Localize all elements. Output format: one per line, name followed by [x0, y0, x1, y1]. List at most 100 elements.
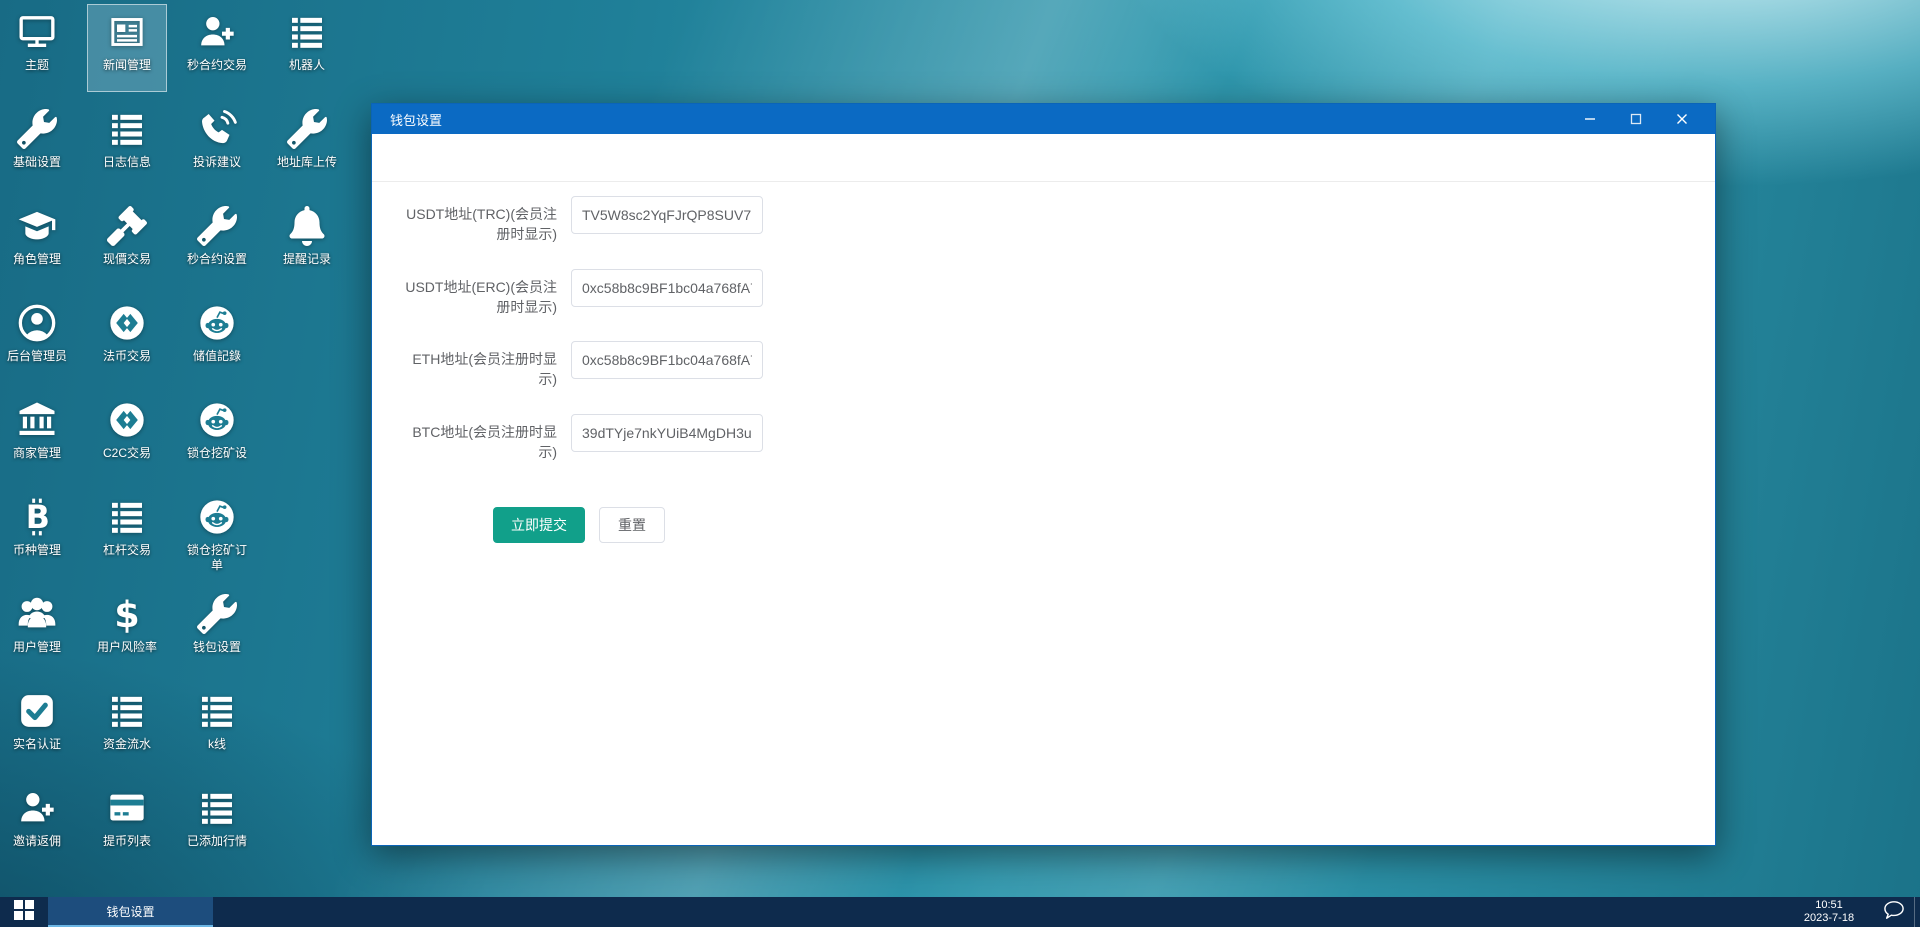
desktop-icon[interactable]: 提币列表 [87, 780, 167, 868]
desktop-icon-label: 法币交易 [102, 349, 151, 363]
btc-address-label: BTC地址(会员注册时显示) [412, 424, 557, 460]
desktop-icon-label: k线 [207, 737, 226, 751]
minimize-button[interactable] [1567, 104, 1613, 134]
monitor-icon [15, 10, 59, 54]
minimize-icon [1584, 113, 1596, 125]
users-icon [15, 592, 59, 636]
desktop-icon-label: 后台管理员 [6, 349, 67, 363]
btc-address-input[interactable] [571, 414, 763, 452]
start-button[interactable] [0, 897, 48, 927]
desktop-icon[interactable]: 实名认证 [0, 683, 77, 771]
usdt-erc-address-input[interactable] [571, 269, 763, 307]
wrench-icon [195, 204, 239, 248]
action-center-button[interactable] [1874, 897, 1914, 927]
desktop-icon[interactable]: 秒合约设置 [177, 198, 257, 286]
desktop-icon[interactable]: 储值記錄 [177, 295, 257, 383]
maximize-button[interactable] [1613, 104, 1659, 134]
desktop-icon-label: C2C交易 [102, 446, 151, 460]
desktop-icon[interactable]: 法币交易 [87, 295, 167, 383]
credit-card-icon [105, 786, 149, 830]
list-icon [105, 689, 149, 733]
wrench-icon [15, 107, 59, 151]
desktop-icon[interactable]: 现價交易 [87, 198, 167, 286]
desktop-icon-label: 投诉建议 [192, 155, 241, 169]
reddit-circle-icon [195, 495, 239, 539]
desktop-icon[interactable]: 主题 [0, 4, 77, 92]
desktop-icon[interactable]: k线 [177, 683, 257, 771]
desktop-icon[interactable]: 日志信息 [87, 101, 167, 189]
desktop-icon-label: 提币列表 [102, 834, 151, 848]
desktop-icon[interactable]: B 币种管理 [0, 489, 77, 577]
desktop-icon-label: 币种管理 [12, 543, 61, 557]
list-icon [105, 107, 149, 151]
eth-address-input[interactable] [571, 341, 763, 379]
desktop-icon[interactable]: 提醒记录 [267, 198, 347, 286]
desktop-icon[interactable]: $ 用户风险率 [87, 586, 167, 674]
window-titlebar[interactable]: 钱包设置 [372, 104, 1715, 134]
user-circle-icon [15, 301, 59, 345]
desktop-icon-label: 提醒记录 [282, 252, 331, 266]
windows-logo-icon [14, 899, 34, 925]
desktop-icon-label: 钱包设置 [192, 640, 241, 654]
usdt-trc-address-label: USDT地址(TRC)(会员注册时显示) [406, 206, 557, 242]
taskbar-clock[interactable]: 10:51 2023-7-18 [1784, 899, 1874, 925]
taskbar-item-wallet-settings[interactable]: 钱包设置 [48, 897, 213, 927]
desktop-icon[interactable]: 杠杆交易 [87, 489, 167, 577]
desktop-icon-label: 主题 [24, 58, 49, 72]
desktop-icon-label: 储值記錄 [192, 349, 241, 363]
desktop-icon[interactable]: 投诉建议 [177, 101, 257, 189]
wrench-icon [195, 592, 239, 636]
check-square-icon [15, 689, 59, 733]
list-icon [105, 495, 149, 539]
desktop-icon-label: 用户管理 [12, 640, 61, 654]
desktop-icon[interactable]: C2C交易 [87, 392, 167, 480]
desktop-icon[interactable]: 基础设置 [0, 101, 77, 189]
desktop-icon[interactable]: 资金流水 [87, 683, 167, 771]
user-plus-icon [195, 10, 239, 54]
desktop-icon[interactable]: 已添加行情 [177, 780, 257, 868]
usdt-trc-address-input[interactable] [571, 196, 763, 234]
desktop-icon[interactable]: 角色管理 [0, 198, 77, 286]
desktop-icon[interactable]: 新闻管理 [87, 4, 167, 92]
desktop-icon-label: 秒合约交易 [186, 58, 247, 72]
desktop-icon[interactable]: 机器人 [267, 4, 347, 92]
desktop-icon[interactable]: 用户管理 [0, 586, 77, 674]
list-icon [285, 10, 329, 54]
submit-button[interactable]: 立即提交 [493, 507, 585, 543]
desktop-icon-label: 新闻管理 [102, 58, 151, 72]
svg-text:$: $ [114, 594, 140, 634]
close-button[interactable] [1659, 104, 1705, 134]
desktop-icon[interactable]: 后台管理员 [0, 295, 77, 383]
desktop-icon[interactable]: 钱包设置 [177, 586, 257, 674]
desktop-icon[interactable]: 锁仓挖矿设 [177, 392, 257, 480]
wallet-settings-form: USDT地址(TRC)(会员注册时显示) USDT地址(ERC)(会员注册时显示… [372, 134, 1715, 845]
graduation-cap-icon [15, 204, 59, 248]
close-icon [1676, 113, 1688, 125]
reddit-circle-icon [195, 301, 239, 345]
bitcoin-icon: B [15, 495, 59, 539]
desktop-icon[interactable]: 商家管理 [0, 392, 77, 480]
desktop-icon-label: 商家管理 [12, 446, 61, 460]
clock-date: 2023-7-18 [1803, 912, 1855, 924]
gem-circle-icon [105, 301, 149, 345]
speech-bubble-icon [1883, 900, 1905, 925]
user-plus-icon [15, 786, 59, 830]
show-desktop-button[interactable] [1914, 897, 1920, 927]
desktop-icon-label: 用户风险率 [96, 640, 157, 654]
desktop-icon-label: 机器人 [288, 58, 325, 72]
desktop-icon-label: 地址库上传 [276, 155, 337, 169]
gem-circle-icon [105, 398, 149, 442]
desktop-icon-label: 已添加行情 [186, 834, 247, 848]
desktop-icon[interactable]: 锁仓挖矿订单 [177, 489, 257, 577]
desktop-icon[interactable]: 秒合约交易 [177, 4, 257, 92]
reset-button[interactable]: 重置 [599, 507, 665, 543]
desktop-icon-label: 秒合约设置 [186, 252, 247, 266]
desktop-icon-label: 实名认证 [12, 737, 61, 751]
phone-volume-icon [195, 107, 239, 151]
bank-icon [15, 398, 59, 442]
header-divider [372, 181, 1715, 182]
desktop-icon[interactable]: 地址库上传 [267, 101, 347, 189]
desktop-icon-label: 基础设置 [12, 155, 61, 169]
desktop-icon[interactable]: 邀请返佣 [0, 780, 77, 868]
taskbar-item-label: 钱包设置 [106, 904, 155, 919]
